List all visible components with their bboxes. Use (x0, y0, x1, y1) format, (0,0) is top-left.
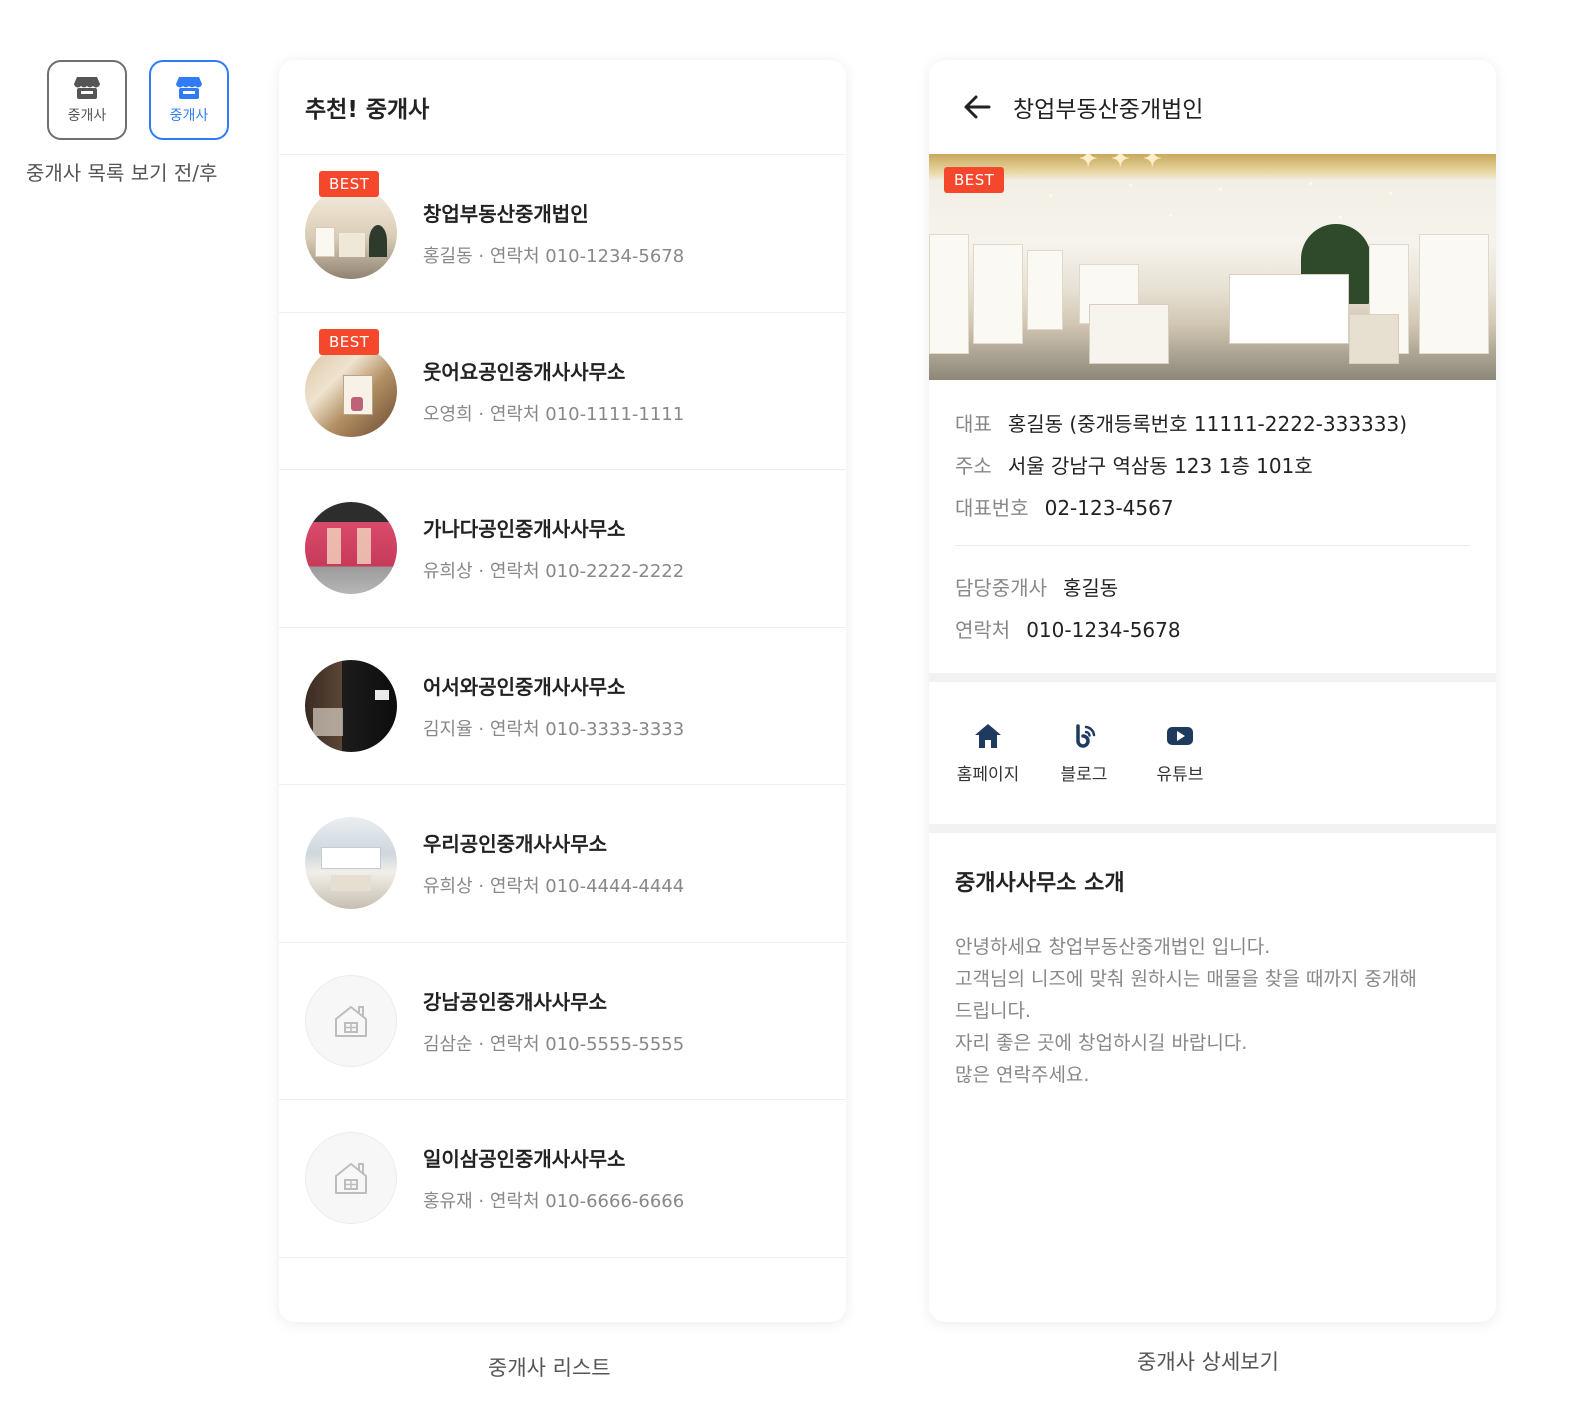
agent-contact: 김삼순 · 연락처 010-5555-5555 (423, 1033, 685, 1055)
broker-detail-panel: 창업부동산중개법인 BEST ✦ ✦ ✦ 대표 홍길동 (중개등록번호 1111… (929, 60, 1496, 1322)
agent-avatar (305, 502, 397, 595)
agent-in-charge-row: 담당중개사 홍길동 (955, 572, 1470, 601)
house-icon (335, 1005, 367, 1037)
agent-avatar (305, 817, 397, 910)
agent-name: 창업부동산중개법인 (423, 202, 589, 227)
agent-contact: 유희상 · 연락처 010-2222-2222 (423, 561, 685, 583)
section-separator (929, 824, 1496, 833)
intro-title: 중개사사무소 소개 (955, 871, 1125, 896)
home-icon (975, 723, 1001, 748)
best-badge: BEST (944, 167, 1005, 193)
agent-name: 웃어요공인중개사사무소 (423, 359, 626, 384)
main-phone-row: 대표번호 02-123-4567 (955, 492, 1470, 521)
blog-link[interactable]: 블로그 (1055, 722, 1113, 785)
agent-avatar (305, 659, 397, 752)
address-row: 주소 서울 강남구 역삼동 123 1층 101호 (955, 450, 1470, 479)
contact-row: 연락처 010-1234-5678 (955, 614, 1470, 643)
intro-line: 많은 연락주세요. (955, 1064, 1090, 1086)
divider (955, 545, 1470, 546)
list-title: 추천! 중개사 (279, 60, 846, 155)
blog-label: 블로그 (1060, 764, 1108, 785)
office-introduction: 중개사사무소 소개 안녕하세요 창업부동산중개법인 입니다. 고객님의 니즈에 … (929, 833, 1496, 1091)
toggle-label: 중개사 (169, 108, 209, 124)
homepage-label: 홈페이지 (956, 764, 1020, 785)
toggle-caption: 중개사 목록 보기 전/후 (26, 161, 218, 185)
intro-line: 드립니다. (955, 1000, 1031, 1022)
broker-toggle-after-button[interactable]: 중개사 (149, 60, 229, 140)
agent-in-charge-label: 담당중개사 (955, 576, 1047, 600)
address-value: 서울 강남구 역삼동 123 1층 101호 (1007, 454, 1313, 478)
intro-line: 안녕하세요 창업부동산중개법인 입니다. (955, 936, 1271, 958)
detail-panel-caption: 중개사 상세보기 (1137, 1350, 1279, 1374)
intro-line: 자리 좋은 곳에 창업하시길 바랍니다. (955, 1032, 1248, 1054)
agent-avatar (305, 187, 397, 280)
house-icon (335, 1163, 367, 1195)
contact-value[interactable]: 010-1234-5678 (1026, 618, 1180, 642)
agent-contact: 오영희 · 연락처 010-1111-1111 (423, 403, 685, 425)
agent-list-item[interactable]: BEST 웃어요공인중개사사무소 오영희 · 연락처 010-1111-1111 (279, 313, 846, 470)
store-icon (176, 77, 202, 99)
agent-contact: 김지율 · 연락처 010-3333-3333 (423, 718, 685, 740)
best-badge: BEST (319, 328, 380, 355)
broker-list-panel: 추천! 중개사 BEST 창업부동산중개법인 홍길동 · 연락처 010-123… (279, 60, 846, 1322)
representative-value: 홍길동 (중개등록번호 11111-2222-333333) (1007, 412, 1408, 436)
youtube-label: 유튜브 (1156, 764, 1204, 785)
agent-name: 가나다공인중개사사무소 (423, 517, 626, 542)
representative-label: 대표 (955, 412, 992, 436)
toggle-label: 중개사 (67, 108, 107, 124)
intro-text: 안녕하세요 창업부동산중개법인 입니다. 고객님의 니즈에 맞춰 원하시는 매물… (955, 931, 1470, 1091)
back-arrow-icon[interactable] (963, 94, 991, 120)
store-photo: BEST ✦ ✦ ✦ (929, 154, 1496, 380)
agent-avatar-placeholder (305, 1132, 397, 1225)
youtube-link[interactable]: 유튜브 (1151, 722, 1209, 785)
section-separator (929, 673, 1496, 682)
contact-label: 연락처 (955, 618, 1011, 642)
homepage-link[interactable]: 홈페이지 (956, 722, 1020, 785)
agent-name: 어서와공인중개사사무소 (423, 674, 626, 699)
blog-icon (1076, 723, 1096, 748)
broker-info: 대표 홍길동 (중개등록번호 11111-2222-333333) 주소 서울 강남… (929, 380, 1496, 643)
agent-list-item[interactable]: 우리공인중개사사무소 유희상 · 연락처 010-4444-4444 (279, 785, 846, 943)
agent-name: 강남공인중개사사무소 (423, 989, 607, 1014)
agent-list-item[interactable]: 가나다공인중개사사무소 유희상 · 연락처 010-2222-2222 (279, 470, 846, 628)
agent-in-charge-value: 홍길동 (1063, 576, 1119, 600)
address-label: 주소 (955, 454, 992, 478)
list-panel-caption: 중개사 리스트 (488, 1356, 611, 1380)
agent-contact: 유희상 · 연락처 010-4444-4444 (423, 876, 685, 898)
main-phone-label: 대표번호 (955, 496, 1029, 520)
agent-contact: 홍길동 · 연락처 010-1234-5678 (423, 246, 685, 268)
agent-list-item[interactable]: BEST 창업부동산중개법인 홍길동 · 연락처 010-1234-5678 (279, 155, 846, 313)
agent-name: 일이삼공인중개사사무소 (423, 1147, 626, 1172)
store-icon (74, 77, 100, 99)
agent-avatar-placeholder (305, 974, 397, 1067)
external-links: 홈페이지 블로그 유튜브 (929, 682, 1496, 824)
detail-header: 창업부동산중개법인 (929, 60, 1496, 154)
agent-list-item[interactable]: 어서와공인중개사사무소 김지율 · 연락처 010-3333-3333 (279, 628, 846, 785)
canvas: 중개사 중개사 중개사 목록 보기 전/후 추천! 중개사 BEST 창업부동산… (0, 0, 1572, 1426)
intro-line: 고객님의 니즈에 맞춰 원하시는 매물을 찾을 때까지 중개해 (955, 968, 1417, 990)
representative-row: 대표 홍길동 (중개등록번호 11111-2222-333333) (955, 408, 1470, 437)
best-badge: BEST (319, 171, 380, 197)
agent-contact: 홍유재 · 연락처 010-6666-6666 (423, 1191, 685, 1213)
main-phone-value[interactable]: 02-123-4567 (1045, 496, 1174, 520)
youtube-icon (1167, 726, 1193, 745)
agent-name: 우리공인중개사사무소 (423, 832, 607, 857)
store-sign-graphic: ✦ ✦ ✦ (1079, 154, 1165, 172)
agent-list-item[interactable]: 강남공인중개사사무소 김삼순 · 연락처 010-5555-5555 (279, 943, 846, 1100)
agent-list-item[interactable]: 일이삼공인중개사사무소 홍유재 · 연락처 010-6666-6666 (279, 1100, 846, 1258)
agent-avatar (305, 344, 397, 437)
detail-title: 창업부동산중개법인 (1013, 97, 1204, 123)
broker-toggle-before-button[interactable]: 중개사 (47, 60, 127, 140)
